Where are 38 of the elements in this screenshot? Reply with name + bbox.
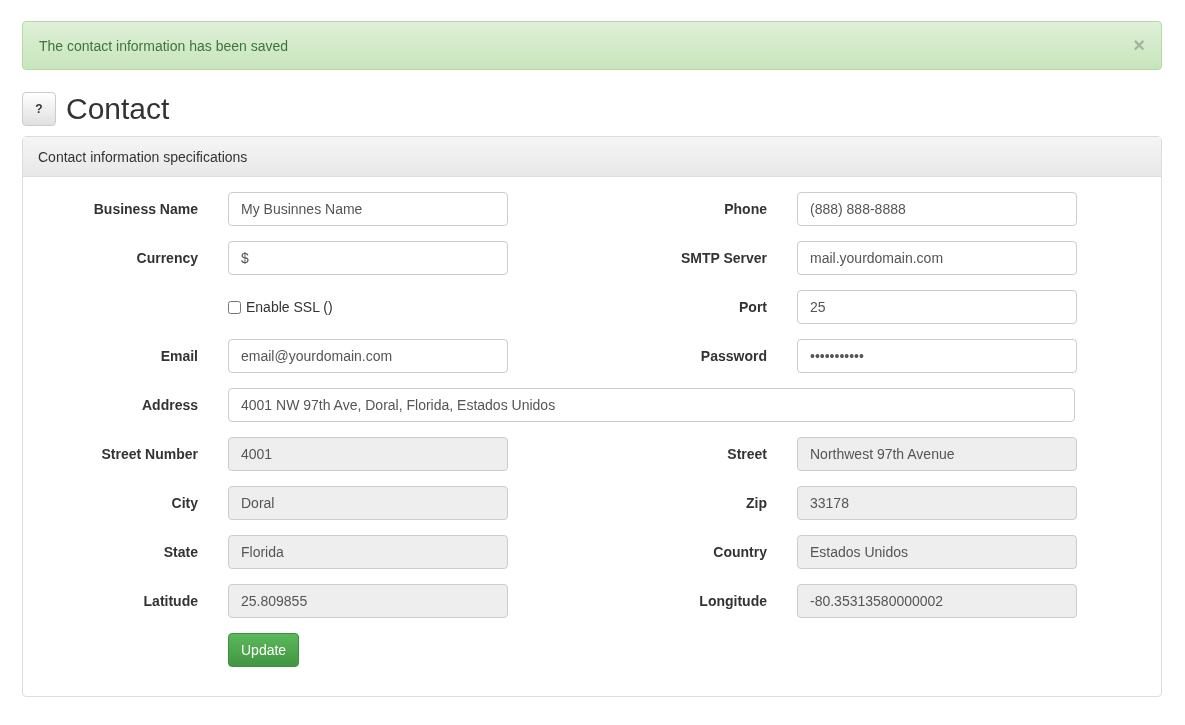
help-button[interactable]: ? bbox=[22, 92, 56, 126]
text-field[interactable]: Estados Unidos bbox=[797, 535, 1077, 569]
text-field[interactable]: 25.809855 bbox=[228, 584, 508, 618]
text-field[interactable]: 25 bbox=[797, 290, 1077, 324]
text-field[interactable]: Florida bbox=[228, 535, 508, 569]
field-label: SMTP Server bbox=[679, 250, 768, 266]
panel-heading: Contact information specifications bbox=[23, 137, 1161, 177]
text-field[interactable]: 4001 bbox=[228, 437, 508, 471]
field-label: Country bbox=[712, 544, 768, 560]
text-field[interactable]: -80.35313580000002 bbox=[797, 584, 1077, 618]
field-label: Business Name bbox=[92, 201, 199, 217]
field-label: Latitude bbox=[142, 593, 199, 609]
page-title: Contact bbox=[66, 92, 170, 126]
field-label: Street bbox=[726, 446, 768, 462]
text-field[interactable]: ••••••••••• bbox=[797, 339, 1077, 373]
alert-message: The contact information has been saved bbox=[39, 37, 289, 54]
field-label: City bbox=[170, 495, 199, 511]
text-field[interactable]: My Businnes Name bbox=[228, 192, 508, 226]
field-label: Currency bbox=[135, 250, 199, 266]
text-field[interactable]: 4001 NW 97th Ave, Doral, Florida, Estados Unidos bbox=[228, 388, 1075, 422]
checkbox-label: Enable SSL () bbox=[246, 299, 333, 315]
field-label: State bbox=[162, 544, 199, 560]
text-field[interactable]: 33178 bbox=[797, 486, 1077, 520]
field-label: Address bbox=[140, 397, 199, 413]
field-label: Password bbox=[699, 348, 768, 364]
field-label: Zip bbox=[745, 495, 768, 511]
text-field[interactable]: Northwest 97th Avenue bbox=[797, 437, 1077, 471]
field-label: Phone bbox=[723, 201, 768, 217]
text-field[interactable]: (888) 888-8888 bbox=[797, 192, 1077, 226]
field-label: Port bbox=[738, 299, 768, 315]
text-field[interactable]: email@yourdomain.com bbox=[228, 339, 508, 373]
field-label: Email bbox=[159, 348, 199, 364]
text-field[interactable]: $ bbox=[228, 241, 508, 275]
ssl-checkbox[interactable] bbox=[228, 300, 241, 314]
text-field[interactable]: mail.yourdomain.com bbox=[797, 241, 1077, 275]
field-label: Street Number bbox=[100, 446, 199, 462]
text-field[interactable]: Doral bbox=[228, 486, 508, 520]
field-label: Longitude bbox=[698, 593, 768, 609]
